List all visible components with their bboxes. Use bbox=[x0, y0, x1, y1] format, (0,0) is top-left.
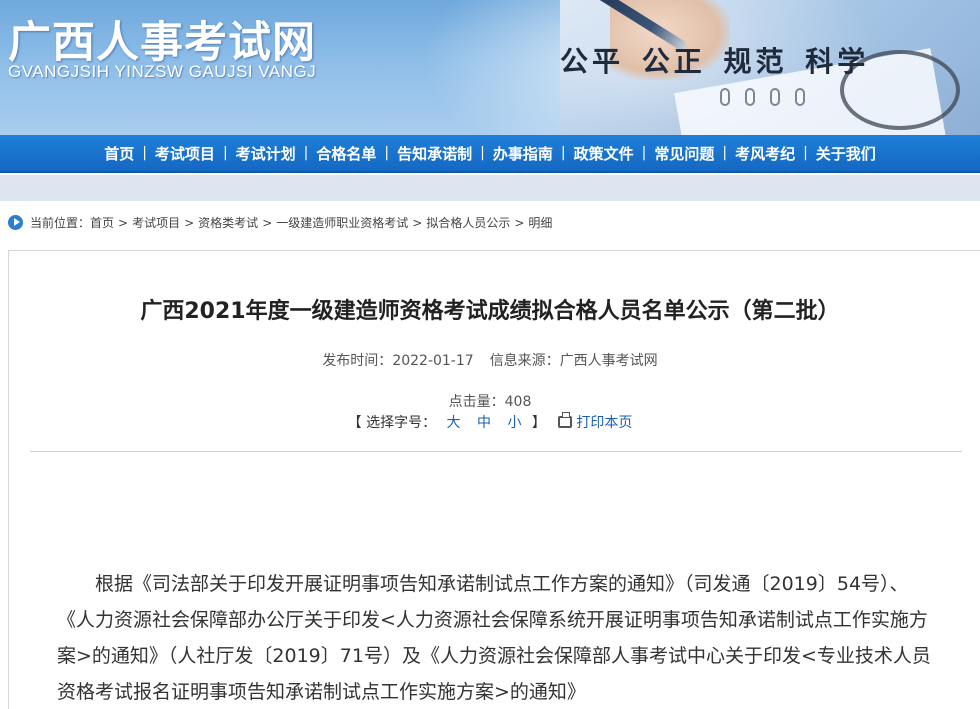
source-value: 广西人事考试网 bbox=[559, 353, 658, 369]
publish-label: 发布时间： bbox=[322, 353, 393, 369]
nav-item[interactable]: 考试计划 bbox=[233, 143, 299, 164]
nav-underlay bbox=[0, 175, 980, 201]
nav-item[interactable]: 合格名单 bbox=[313, 143, 379, 164]
nav-item[interactable]: 告知承诺制 bbox=[394, 143, 475, 164]
printer-icon[interactable] bbox=[558, 412, 573, 428]
breadcrumb-item[interactable]: 拟合格人员公示 bbox=[426, 216, 510, 230]
hits-value: 408 bbox=[504, 394, 532, 410]
nav-separator: | bbox=[803, 145, 808, 161]
breadcrumb-item[interactable]: 首页 bbox=[90, 216, 114, 230]
binder-ring-icon bbox=[745, 88, 755, 106]
article-title: 广西2021年度一级建造师资格考试成绩拟合格人员名单公示（第二批） bbox=[140, 299, 840, 324]
breadcrumb-separator: > bbox=[262, 215, 273, 230]
nav-separator: | bbox=[142, 145, 147, 161]
article-body: 根据《司法部关于印发开展证明事项告知承诺制试点工作方案的通知》（司发通〔2019… bbox=[57, 566, 937, 709]
breadcrumb-separator: > bbox=[184, 215, 195, 230]
nav-item[interactable]: 常见问题 bbox=[651, 143, 717, 164]
breadcrumb-item: 明细 bbox=[528, 215, 553, 230]
breadcrumb-items: 首页 > 考试项目 > 资格类考试 > 一级建造师职业资格考试 > 拟合格人员公示 > 明细 bbox=[90, 214, 552, 231]
site-pinyin: GVANGJSIH YINZSW GAUJSI VANGJ bbox=[8, 62, 317, 81]
article-meta: 发布时间：2022-01-17 信息来源：广西人事考试网 bbox=[0, 350, 980, 370]
binder-ring-icon bbox=[770, 88, 780, 106]
breadcrumb-separator: > bbox=[118, 215, 129, 230]
hits-label: 点击量： bbox=[448, 394, 505, 410]
nav-separator: | bbox=[480, 145, 485, 161]
source-label: 信息来源： bbox=[489, 353, 560, 369]
site-title[interactable]: 广西人事考试网 bbox=[8, 8, 316, 70]
font-size-large-button[interactable]: 大 bbox=[441, 415, 467, 431]
breadcrumb-item[interactable]: 考试项目 bbox=[132, 216, 180, 230]
nav-item[interactable]: 关于我们 bbox=[813, 143, 879, 164]
nav-item[interactable]: 首页 bbox=[101, 143, 137, 164]
binder-ring-icon bbox=[795, 88, 805, 106]
site-slogan: 公平 公正 规范 科学 bbox=[560, 45, 870, 78]
hit-count: 点击量：408 bbox=[0, 391, 980, 411]
nav-separator: | bbox=[560, 145, 566, 161]
breadcrumb-item[interactable]: 一级建造师职业资格考试 bbox=[276, 216, 408, 230]
nav-item[interactable]: 政策文件 bbox=[571, 143, 637, 164]
font-size-medium-button[interactable]: 中 bbox=[471, 415, 497, 431]
location-arrow-icon bbox=[8, 214, 23, 230]
article-tools: 【 选择字号： 大 中 小 】 打印本页 bbox=[0, 412, 980, 432]
binder-ring-icon bbox=[720, 88, 730, 106]
content-divider bbox=[30, 451, 962, 452]
font-size-close: 】 bbox=[531, 415, 546, 431]
nav-list: 首页 | 考试项目 | 考试计划 | 合格名单 | 告知承诺制 | 办事指南 | 政策文件 | 常见问题 | 考… bbox=[101, 143, 879, 164]
breadcrumb-separator: > bbox=[412, 215, 423, 230]
nav-separator: | bbox=[384, 145, 390, 161]
breadcrumb-separator: > bbox=[514, 215, 525, 230]
nav-item[interactable]: 考试项目 bbox=[152, 143, 218, 164]
font-size-small-button[interactable]: 小 bbox=[501, 415, 527, 431]
nav-separator: | bbox=[641, 145, 647, 161]
nav-separator: | bbox=[722, 145, 728, 161]
publish-date: 2022-01-17 bbox=[392, 353, 474, 369]
article-paragraph: 根据《司法部关于印发开展证明事项告知承诺制试点工作方案的通知》（司发通〔2019… bbox=[57, 573, 931, 703]
nav-item[interactable]: 办事指南 bbox=[490, 143, 556, 164]
site-banner: 广西人事考试网 GVANGJSIH YINZSW GAUJSI VANGJ 公平… bbox=[0, 0, 980, 135]
nav-item[interactable]: 考风考纪 bbox=[732, 143, 798, 164]
breadcrumb: 当前位置： 首页 > 考试项目 > 资格类考试 > 一级建造师职业资格考试 > 拟合格人员公示 >… bbox=[0, 208, 980, 236]
print-page-link[interactable]: 打印本页 bbox=[576, 415, 632, 431]
nav-separator: | bbox=[303, 145, 309, 161]
nav-separator: | bbox=[222, 145, 228, 161]
breadcrumb-prefix: 当前位置： bbox=[30, 215, 91, 230]
font-size-open: 【 选择字号： bbox=[347, 415, 437, 431]
breadcrumb-item[interactable]: 资格类考试 bbox=[198, 216, 258, 230]
main-nav: 首页 | 考试项目 | 考试计划 | 合格名单 | 告知承诺制 | 办事指南 | 政策文件 | 常见问题 | 考… bbox=[0, 135, 980, 173]
